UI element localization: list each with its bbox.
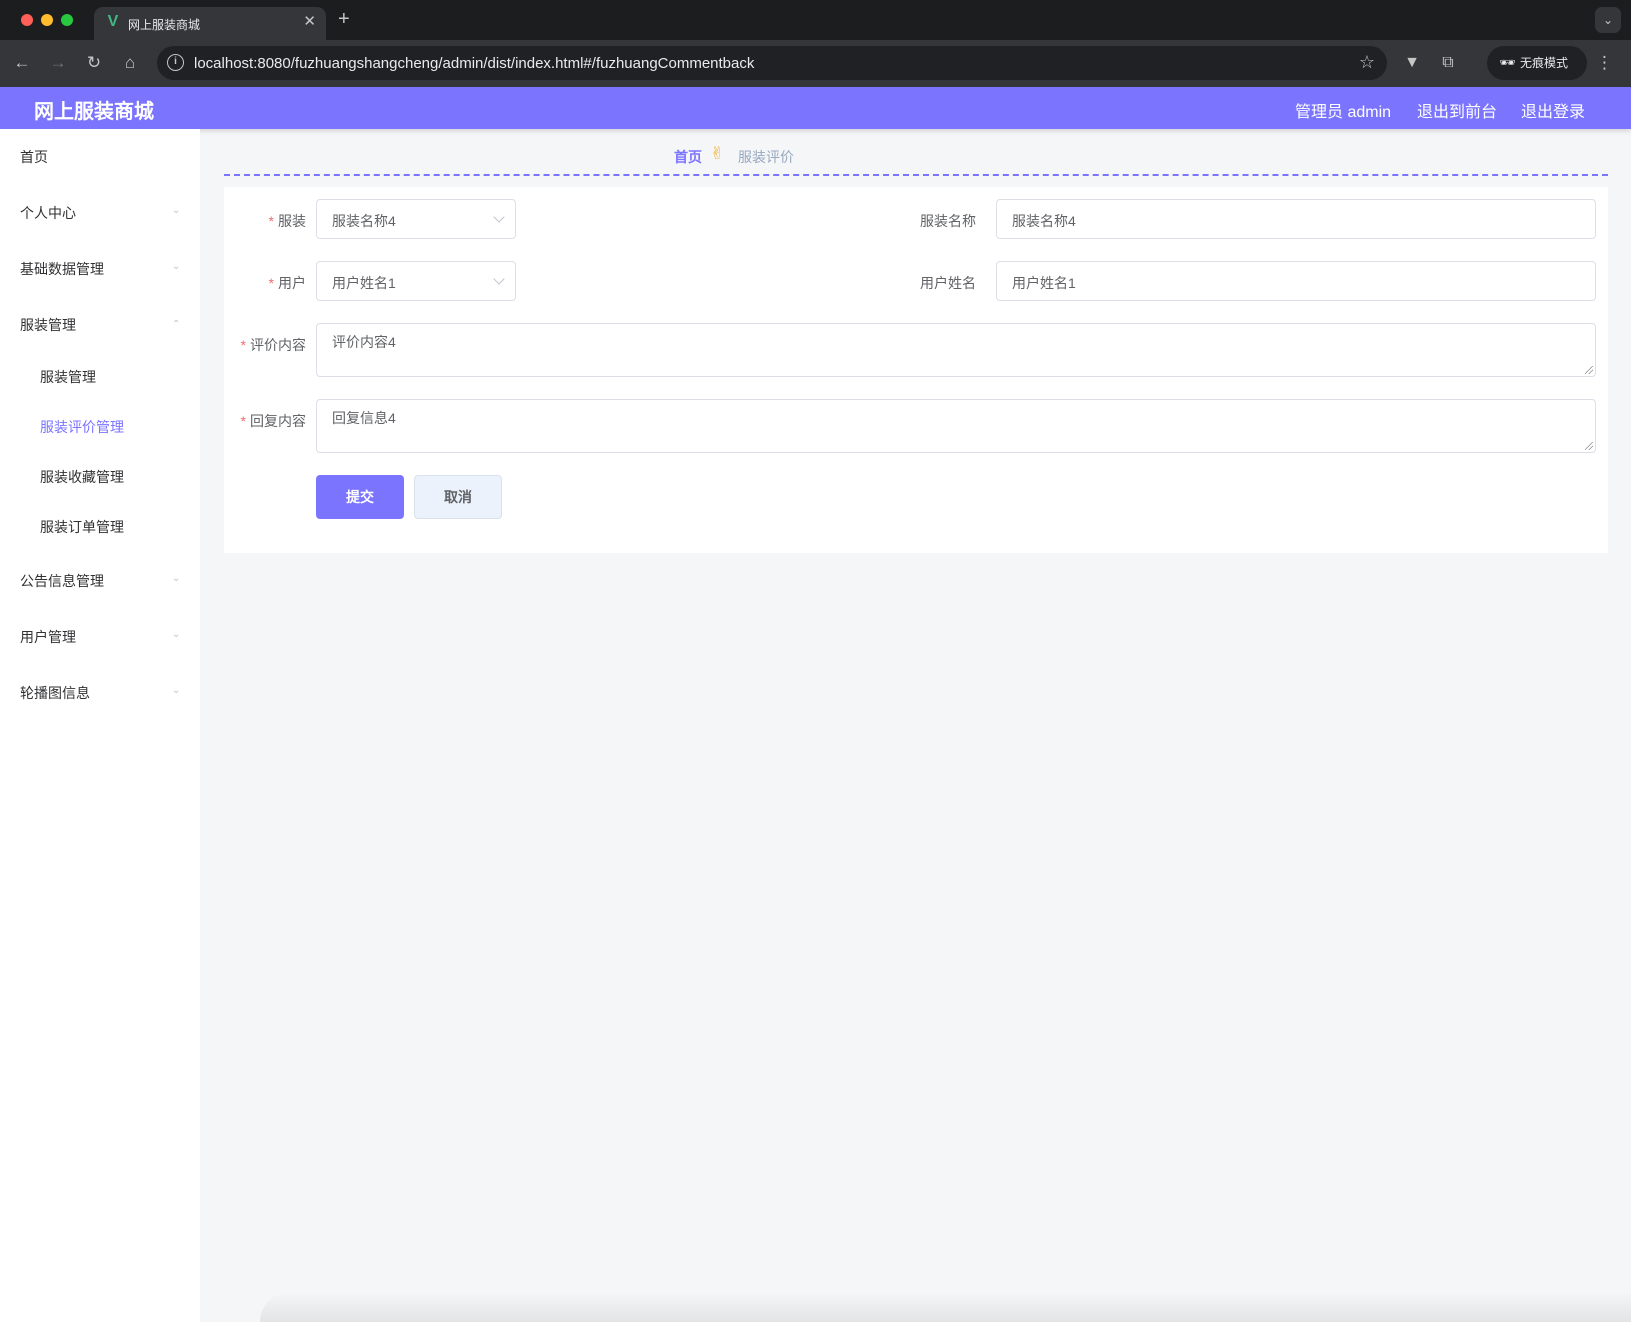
sidebar-item-carousel[interactable]: 轮播图信息 (20, 683, 90, 703)
sidebar-item-basic-data[interactable]: 基础数据管理 (20, 259, 104, 279)
extensions-puzzle-icon[interactable]: ⧉ (1436, 51, 1460, 75)
browser-menu-icon[interactable]: ⋮ (1596, 51, 1613, 75)
browser-toolbar: ← → ↻ ⌂ i localhost:8080/fuzhuangshangch… (0, 40, 1631, 87)
reply-content-value: 回复信息4 (332, 410, 396, 426)
sidebar-item-home[interactable]: 首页 (20, 147, 48, 167)
clothing-select-value: 服装名称4 (332, 213, 396, 229)
user-select-value: 用户姓名1 (332, 275, 396, 291)
clothing-name-label: 服装名称 (920, 213, 976, 229)
top-header: 网上服装商城 管理员 admin 退出到前台 退出登录 (0, 87, 1631, 129)
chevron-down-icon: ⌄ (172, 205, 181, 216)
comment-form: * 服装 服装名称4 服装名称 服装名称4 * 用户 用户姓名1 用户姓名 用户姓名… (224, 187, 1608, 553)
main-content: 首页 ✌ 服装评价 * 服装 服装名称4 服装名称 服装名称4 * 用户 用户姓名1… (200, 129, 1631, 1322)
submit-button[interactable]: 提交 (316, 475, 404, 519)
chevron-down-icon: ⌄ (172, 573, 181, 584)
sidebar-item-users[interactable]: 用户管理 (20, 627, 76, 647)
sidebar-item-profile[interactable]: 个人中心 (20, 203, 76, 223)
reply-content-textarea[interactable]: 回复信息4 (316, 399, 1596, 453)
logout-link[interactable]: 退出登录 (1521, 98, 1585, 122)
clothing-select[interactable]: 服装名称4 (316, 199, 516, 239)
breadcrumb: 首页 ✌ 服装评价 (200, 144, 1631, 167)
user-select[interactable]: 用户姓名1 (316, 261, 516, 301)
chevron-down-icon (493, 273, 505, 285)
clothing-label: * 服装 (268, 213, 306, 229)
home-icon[interactable]: ⌂ (118, 51, 142, 75)
forward-arrow-icon[interactable]: → (46, 51, 70, 75)
reply-content-label: * 回复内容 (240, 413, 306, 429)
zoom-window-button[interactable] (61, 14, 73, 26)
comment-content-label: * 评价内容 (240, 337, 306, 353)
bookmark-star-icon[interactable]: ☆ (1359, 52, 1375, 73)
tab-strip: V 网上服装商城 ✕ + ⌄ (0, 0, 1631, 40)
back-to-front-link[interactable]: 退出到前台 (1417, 98, 1497, 122)
user-name-label: 用户姓名 (920, 275, 976, 291)
close-window-button[interactable] (21, 14, 33, 26)
victory-hand-icon: ✌ (710, 144, 725, 163)
browser-tab[interactable]: V 网上服装商城 ✕ (94, 7, 326, 40)
sidebar-subitem-clothing-comments[interactable]: 服装评价管理 (40, 417, 124, 437)
chevron-down-icon: ⌄ (172, 685, 181, 696)
tab-close-icon[interactable]: ✕ (303, 14, 316, 30)
cancel-button[interactable]: 取消 (414, 475, 502, 519)
incognito-icon: 🕶 (1499, 55, 1516, 70)
resize-handle-icon[interactable] (1585, 442, 1593, 450)
user-label: * 用户 (268, 275, 306, 291)
breadcrumb-current: 服装评价 (738, 149, 794, 165)
current-user-label: 管理员 admin (1295, 104, 1392, 121)
clothing-name-value: 服装名称4 (1012, 213, 1076, 229)
sidebar-item-clothing[interactable]: 服装管理 (20, 315, 76, 335)
comment-content-textarea[interactable]: 评价内容4 (316, 323, 1596, 377)
vue-devtools-extension-icon[interactable]: ▼ (1400, 51, 1424, 75)
reload-icon[interactable]: ↻ (82, 51, 106, 75)
browser-chrome: V 网上服装商城 ✕ + ⌄ ← → ↻ ⌂ i localhost:8080/… (0, 0, 1631, 87)
chevron-down-icon (493, 211, 505, 223)
resize-handle-icon[interactable] (1585, 366, 1593, 374)
dashed-divider (224, 174, 1608, 176)
user-name-value: 用户姓名1 (1012, 275, 1076, 291)
tab-search-icon[interactable]: ⌄ (1595, 7, 1621, 33)
comment-content-value: 评价内容4 (332, 334, 396, 350)
vue-logo-icon: V (107, 13, 119, 30)
sidebar-subitem-clothing-orders[interactable]: 服装订单管理 (40, 517, 124, 537)
incognito-badge[interactable]: 🕶 无痕模式 (1487, 46, 1587, 80)
sidebar: 首页 个人中心 ⌄ 基础数据管理 ⌄ 服装管理 ⌃ 服装管理 服装评价管理 服装… (0, 129, 200, 1322)
back-arrow-icon[interactable]: ← (10, 51, 34, 75)
new-tab-icon[interactable]: + (338, 9, 350, 29)
chevron-up-icon: ⌃ (172, 319, 181, 330)
incognito-label: 无痕模式 (1520, 56, 1569, 70)
address-bar[interactable]: i localhost:8080/fuzhuangshangcheng/admi… (157, 46, 1387, 80)
tab-title: 网上服装商城 (128, 18, 201, 32)
chevron-down-icon: ⌄ (172, 261, 181, 272)
clothing-name-field[interactable]: 服装名称4 (996, 199, 1596, 239)
url-text[interactable]: localhost:8080/fuzhuangshangcheng/admin/… (194, 55, 754, 72)
breadcrumb-home[interactable]: 首页 (674, 147, 702, 167)
chevron-down-icon: ⌄ (172, 629, 181, 640)
minimize-window-button[interactable] (41, 14, 53, 26)
brand-title: 网上服装商城 (34, 101, 154, 123)
sidebar-subitem-clothing-favorites[interactable]: 服装收藏管理 (40, 467, 124, 487)
sidebar-item-announcements[interactable]: 公告信息管理 (20, 571, 104, 591)
sidebar-subitem-clothing-manage[interactable]: 服装管理 (40, 367, 96, 387)
user-name-field[interactable]: 用户姓名1 (996, 261, 1596, 301)
app-root: 网上服装商城 管理员 admin 退出到前台 退出登录 首页 个人中心 ⌄ 基础… (0, 87, 1631, 1322)
window-bottom-shadow (260, 1292, 1631, 1322)
site-info-icon[interactable]: i (167, 54, 184, 71)
